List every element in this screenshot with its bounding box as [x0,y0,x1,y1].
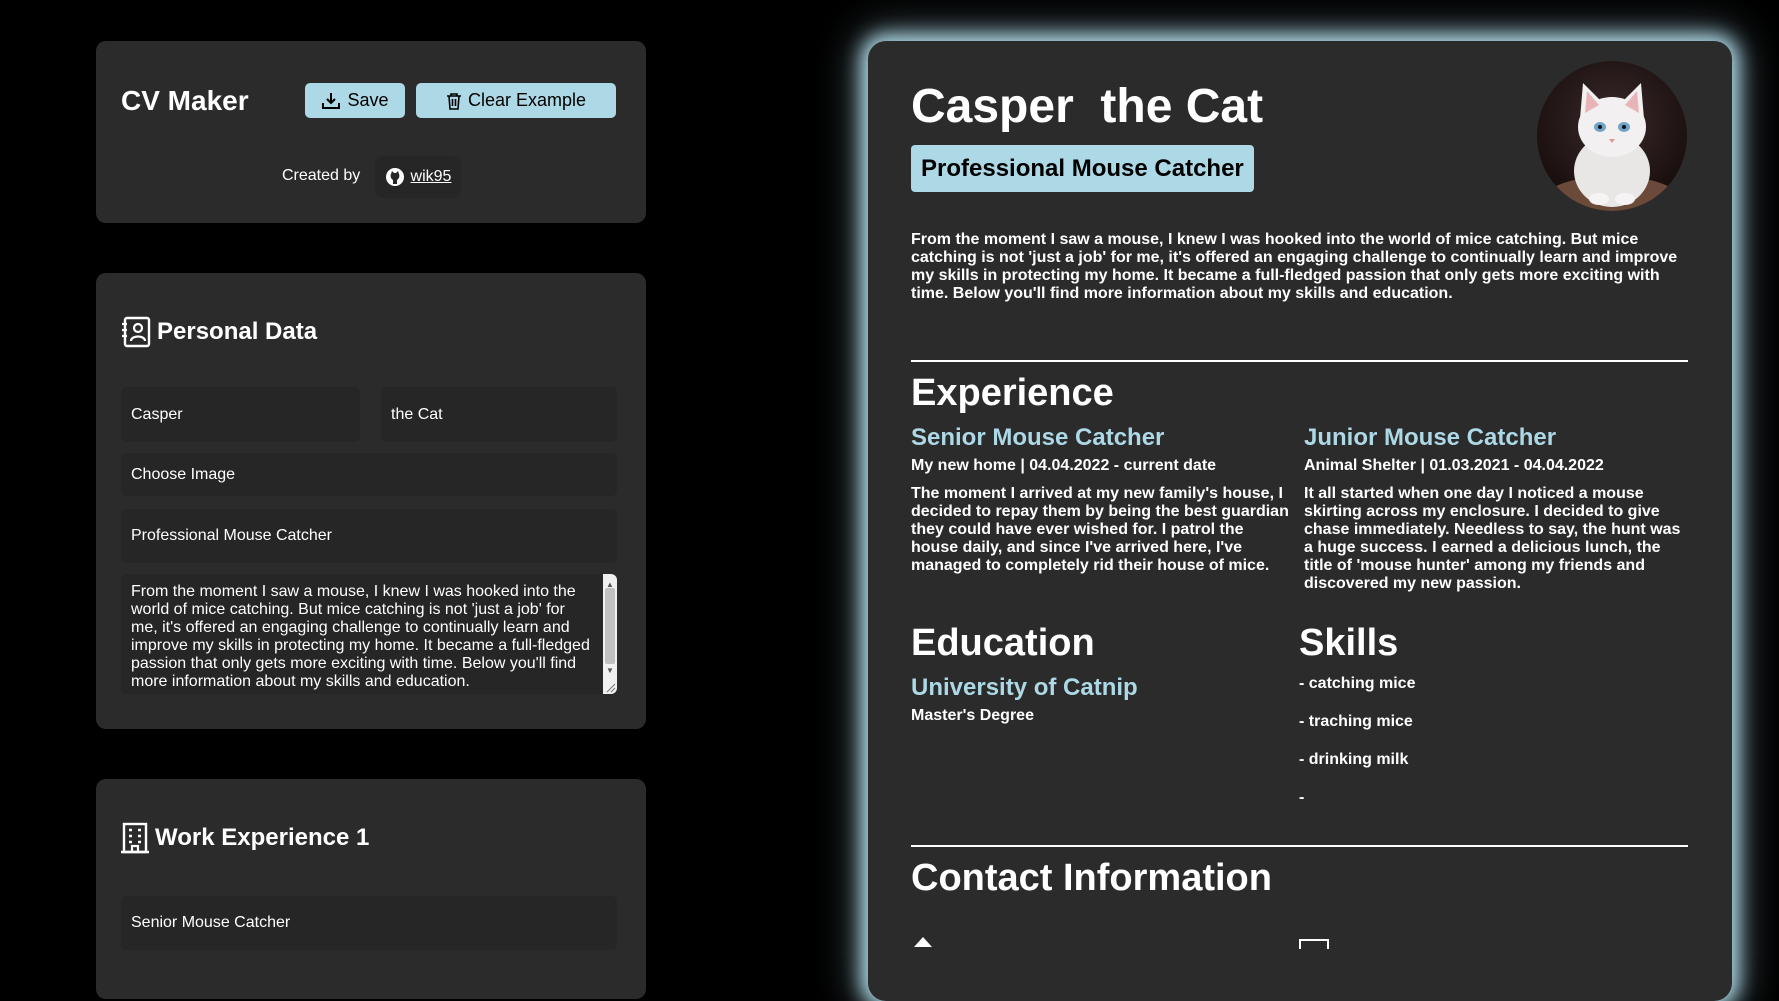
personal-data-title: Personal Data [157,318,318,345]
skill-item: - traching mice [1299,713,1413,730]
divider [911,845,1688,847]
job-meta-1: My new home | 04.04.2022 - current date [911,457,1217,474]
envelope-icon [1299,939,1329,949]
work-experience-title: Work Experience 1 [155,824,370,851]
personal-data-panel: Personal Data Casper the Cat Choose Imag… [96,273,646,729]
cv-role-badge: Professional Mouse Catcher [911,145,1254,192]
contact-card-icon [122,316,151,348]
skill-item: - [1299,789,1305,806]
created-by-label: Created by [282,167,361,184]
first-name-input[interactable]: Casper [121,387,360,442]
education-heading: Education [911,622,1095,664]
job-title-input[interactable]: Professional Mouse Catcher [121,509,617,563]
cv-preview: Casper the Cat Professional Mouse Catche… [868,41,1732,1001]
header-panel: CV Maker Save Clear Example Created by w… [96,41,646,223]
school-name: University of Catnip [911,674,1138,701]
github-link[interactable]: wik95 [375,156,461,198]
save-button[interactable]: Save [305,83,405,118]
home-icon [914,937,932,947]
job-title-1: Senior Mouse Catcher [911,424,1165,451]
experience-heading: Experience [911,372,1114,414]
work-experience-heading: Work Experience 1 [121,822,369,854]
scroll-down-icon[interactable]: ▼ [606,662,614,680]
textarea-scrollbar[interactable]: ▲ ▼ [603,574,617,694]
contact-heading: Contact Information [911,857,1272,899]
download-icon [322,92,341,109]
about-textarea[interactable]: From the moment I saw a mouse, I knew I … [121,574,617,694]
cv-about: From the moment I saw a mouse, I knew I … [911,231,1678,302]
work-experience-panel: Work Experience 1 Senior Mouse Catcher [96,779,646,999]
position-input[interactable]: Senior Mouse Catcher [121,896,617,950]
job-title-2: Junior Mouse Catcher [1304,424,1557,451]
building-icon [121,822,149,854]
cat-photo [1537,61,1687,211]
divider [911,360,1688,362]
choose-image-button[interactable]: Choose Image [121,453,617,496]
skill-item: - catching mice [1299,675,1416,692]
personal-data-heading: Personal Data [121,316,317,348]
degree: Master's Degree [911,707,1034,724]
clear-example-button[interactable]: Clear Example [416,83,616,118]
trash-icon [446,92,461,110]
cv-name: Casper the Cat [911,80,1264,133]
skill-item: - drinking milk [1299,751,1409,768]
avatar [1537,61,1687,211]
last-name-input[interactable]: the Cat [381,387,617,442]
job-meta-2: Animal Shelter | 01.03.2021 - 04.04.2022 [1304,457,1604,474]
github-icon [385,168,404,186]
github-username: wik95 [410,168,452,185]
scrollbar-thumb[interactable] [605,588,615,664]
resize-handle-icon[interactable] [604,681,616,693]
about-text: From the moment I saw a mouse, I knew I … [131,583,590,690]
app-title: CV Maker [121,85,249,116]
skills-heading: Skills [1299,622,1399,664]
job-description-2: It all started when one day I noticed a … [1304,485,1681,592]
job-description-1: The moment I arrived at my new family's … [911,485,1289,574]
save-label: Save [347,90,389,110]
clear-example-label: Clear Example [467,90,587,110]
